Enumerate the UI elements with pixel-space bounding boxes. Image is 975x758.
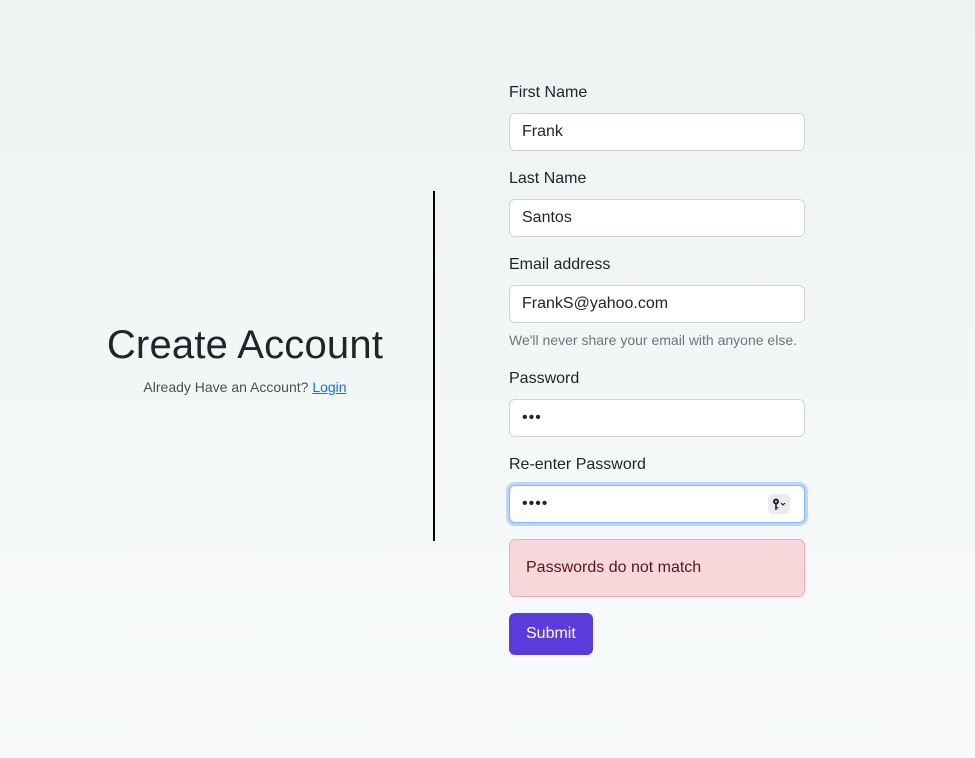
page-title: Create Account <box>106 323 384 367</box>
first-name-label: First Name <box>509 84 588 101</box>
first-name-value: Frank <box>522 123 563 140</box>
first-name-input[interactable]: Frank <box>509 113 805 151</box>
last-name-input[interactable]: Santos <box>509 199 805 237</box>
last-name-label: Last Name <box>509 170 587 187</box>
password-group: Password ••• <box>509 369 805 437</box>
login-prompt: Already Have an Account? Login <box>60 378 430 396</box>
email-value: FrankS@yahoo.com <box>522 295 669 312</box>
create-account-form: First Name Frank Last Name Santos Email … <box>509 83 805 655</box>
email-label: Email address <box>509 256 611 273</box>
login-prompt-text: Already Have an Account? <box>143 379 309 395</box>
confirm-password-group: Re-enter Password •••• <box>509 455 805 523</box>
password-mismatch-alert: Passwords do not match <box>509 539 805 597</box>
confirm-password-label: Re-enter Password <box>509 456 646 473</box>
confirm-password-input[interactable]: •••• <box>509 485 805 523</box>
password-masked-value: ••• <box>522 409 542 426</box>
key-icon[interactable] <box>768 494 790 514</box>
login-link[interactable]: Login <box>312 379 346 395</box>
last-name-value: Santos <box>522 209 572 226</box>
last-name-group: Last Name Santos <box>509 169 805 237</box>
password-input[interactable]: ••• <box>509 399 805 437</box>
submit-button[interactable]: Submit <box>509 613 593 655</box>
first-name-group: First Name Frank <box>509 83 805 151</box>
intro-panel: Create Account Already Have an Account? … <box>60 318 430 396</box>
email-group: Email address FrankS@yahoo.com We'll nev… <box>509 255 805 349</box>
confirm-password-masked-value: •••• <box>522 495 549 512</box>
vertical-divider <box>433 191 435 541</box>
password-label: Password <box>509 370 580 387</box>
email-input[interactable]: FrankS@yahoo.com <box>509 285 805 323</box>
email-help-text: We'll never share your email with anyone… <box>509 332 797 348</box>
